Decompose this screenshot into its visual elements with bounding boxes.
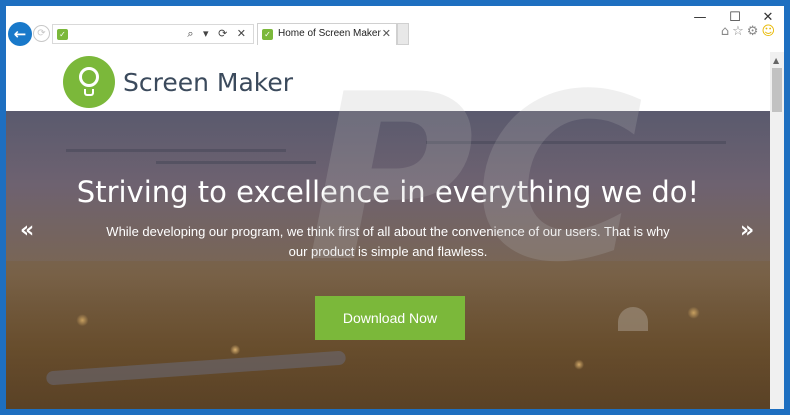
site-logo-text[interactable]: Screen Maker — [123, 68, 293, 97]
new-tab-button[interactable] — [397, 23, 409, 45]
scroll-up-icon[interactable]: ▲ — [773, 56, 779, 65]
feedback-smiley-icon[interactable]: ☺ — [761, 24, 778, 39]
bulb-base-shape — [84, 89, 94, 96]
sky-cloud — [66, 149, 286, 152]
bulb-glass-shape — [79, 67, 99, 87]
home-icon[interactable]: ⌂ — [721, 24, 732, 39]
site-favicon-icon: ✓ — [57, 29, 68, 40]
sky-cloud — [156, 161, 316, 164]
settings-gear-icon[interactable]: ⚙ — [747, 24, 762, 39]
tab-home-of-screen-maker[interactable]: ✓ Home of Screen Maker ✕ — [257, 23, 397, 45]
vertical-scrollbar[interactable]: ▲ — [770, 52, 784, 409]
forward-button[interactable]: ⟳ — [33, 25, 50, 42]
watermark-logo: PC — [306, 46, 644, 313]
carousel-prev-icon[interactable]: « — [20, 218, 34, 243]
tab-favicon-icon: ✓ — [262, 29, 273, 40]
scroll-thumb[interactable] — [772, 68, 782, 112]
browser-tools: ⌂☆⚙☺ — [721, 24, 778, 39]
browser-window: — ☐ ✕ ← ⟳ ✓ ⌕ ▾ ⟳ ✕ ✓ Home of Screen Mak… — [6, 6, 784, 409]
tab-close-icon[interactable]: ✕ — [382, 27, 391, 40]
tab-title: Home of Screen Maker — [278, 28, 381, 39]
favorites-star-icon[interactable]: ☆ — [732, 24, 747, 39]
carousel-next-icon[interactable]: » — [740, 218, 754, 243]
address-bar[interactable]: ✓ ⌕ ▾ ⟳ ✕ — [52, 24, 254, 44]
back-button[interactable]: ← — [8, 22, 32, 46]
logo-lightbulb-icon[interactable] — [63, 56, 115, 108]
address-bar-icons[interactable]: ⌕ ▾ ⟳ ✕ — [187, 27, 249, 41]
minimize-button[interactable]: — — [686, 9, 714, 27]
